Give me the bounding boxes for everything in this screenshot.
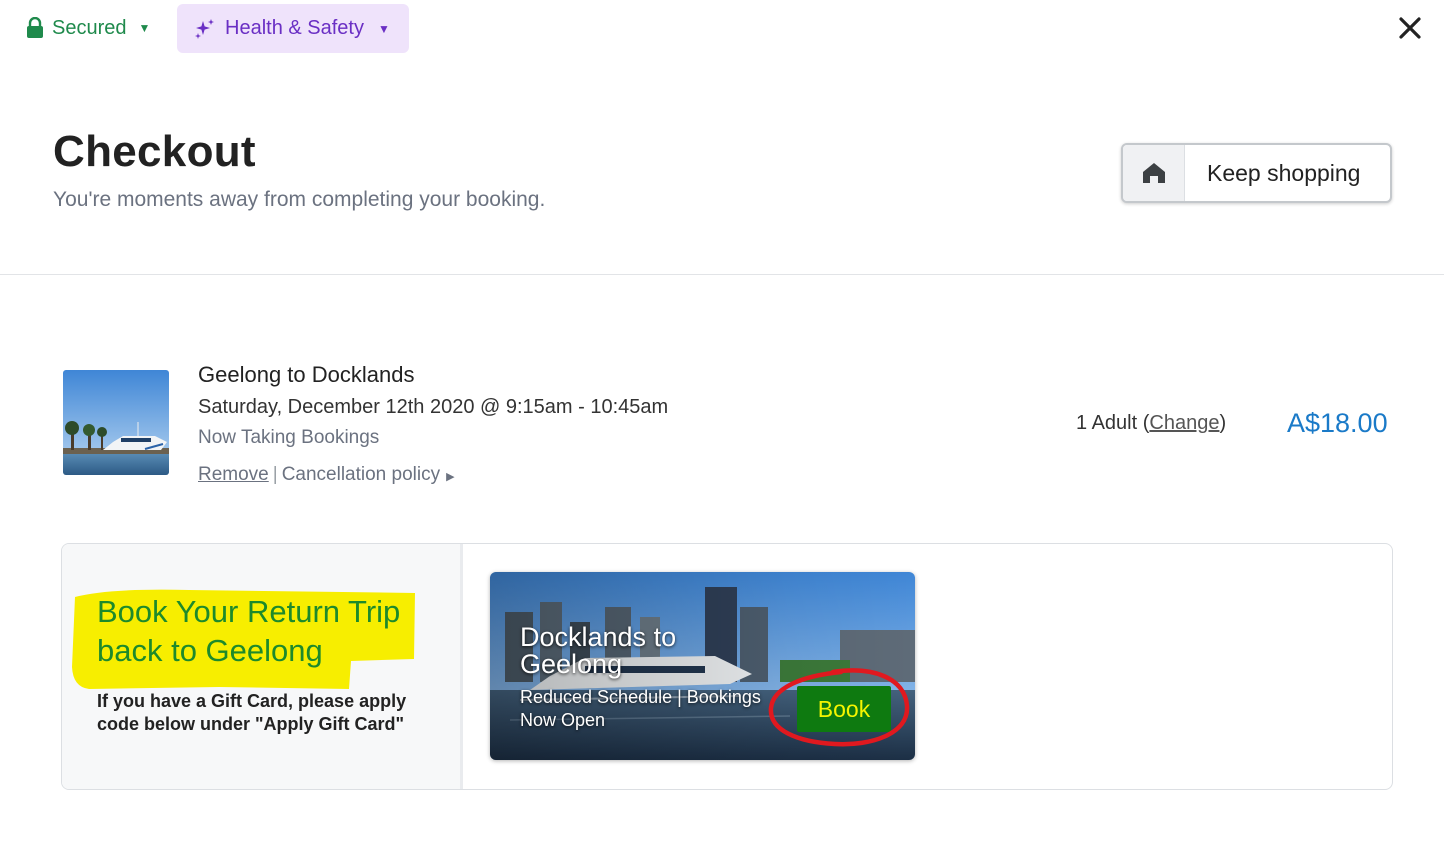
promo-heading: Book Your Return Trip back to Geelong <box>97 594 401 668</box>
card-title: Docklands to Geelong <box>520 622 677 679</box>
booking-links: Remove | Cancellation policy ▶ <box>198 464 455 486</box>
page-title: Checkout <box>53 127 256 176</box>
caret-right-icon: ▶ <box>446 471 455 483</box>
close-icon <box>1399 17 1421 39</box>
return-trip-promo: Book Your Return Trip back to Geelong If… <box>61 543 1393 790</box>
secured-dropdown[interactable]: Secured ▼ <box>26 14 150 42</box>
caret-down-icon: ▼ <box>138 21 151 35</box>
booking-status: Now Taking Bookings <box>198 427 380 448</box>
return-trip-card[interactable]: Docklands to Geelong Reduced Schedule | … <box>490 572 915 760</box>
header-divider <box>0 274 1444 275</box>
quantity-summary: 1 Adult ( Change ) <box>1076 412 1226 435</box>
caret-down-icon: ▼ <box>377 21 390 36</box>
home-icon <box>1142 163 1165 183</box>
cancellation-policy-toggle[interactable]: Cancellation policy ▶ <box>282 464 455 486</box>
top-bar: Secured ▼ Health & Safety ▼ <box>0 0 1444 60</box>
booking-price: A$18.00 <box>1287 408 1388 438</box>
health-safety-dropdown[interactable]: Health & Safety ▼ <box>177 4 409 53</box>
page-subtitle: You're moments away from completing your… <box>53 188 546 211</box>
close-button[interactable] <box>1394 12 1426 44</box>
change-quantity-link[interactable]: Change <box>1149 412 1219 435</box>
lock-icon <box>27 17 43 38</box>
booking-thumbnail <box>63 370 169 475</box>
keep-shopping-label: Keep shopping <box>1207 159 1361 186</box>
sparkle-icon <box>195 18 214 39</box>
home-icon-wrap <box>1123 145 1185 201</box>
booking-date: Saturday, December 12th 2020 @ 9:15am - … <box>198 396 669 418</box>
links-separator: | <box>272 464 278 485</box>
health-safety-label: Health & Safety <box>225 17 364 39</box>
promo-note: If you have a Gift Card, please apply co… <box>97 691 407 734</box>
booking-title: Geelong to Docklands <box>198 362 415 387</box>
quantity-prefix: 1 Adult ( <box>1076 412 1150 434</box>
secured-label: Secured <box>52 16 127 39</box>
card-subtitle: Reduced Schedule | Bookings Now Open <box>520 687 761 730</box>
cancellation-policy-label: Cancellation policy <box>281 464 441 485</box>
promo-left-panel: Book Your Return Trip back to Geelong If… <box>62 544 463 789</box>
quantity-suffix: ) <box>1219 412 1227 434</box>
book-return-button[interactable]: Book <box>797 686 891 732</box>
keep-shopping-button[interactable]: Keep shopping <box>1121 143 1392 203</box>
remove-link[interactable]: Remove <box>198 464 269 486</box>
